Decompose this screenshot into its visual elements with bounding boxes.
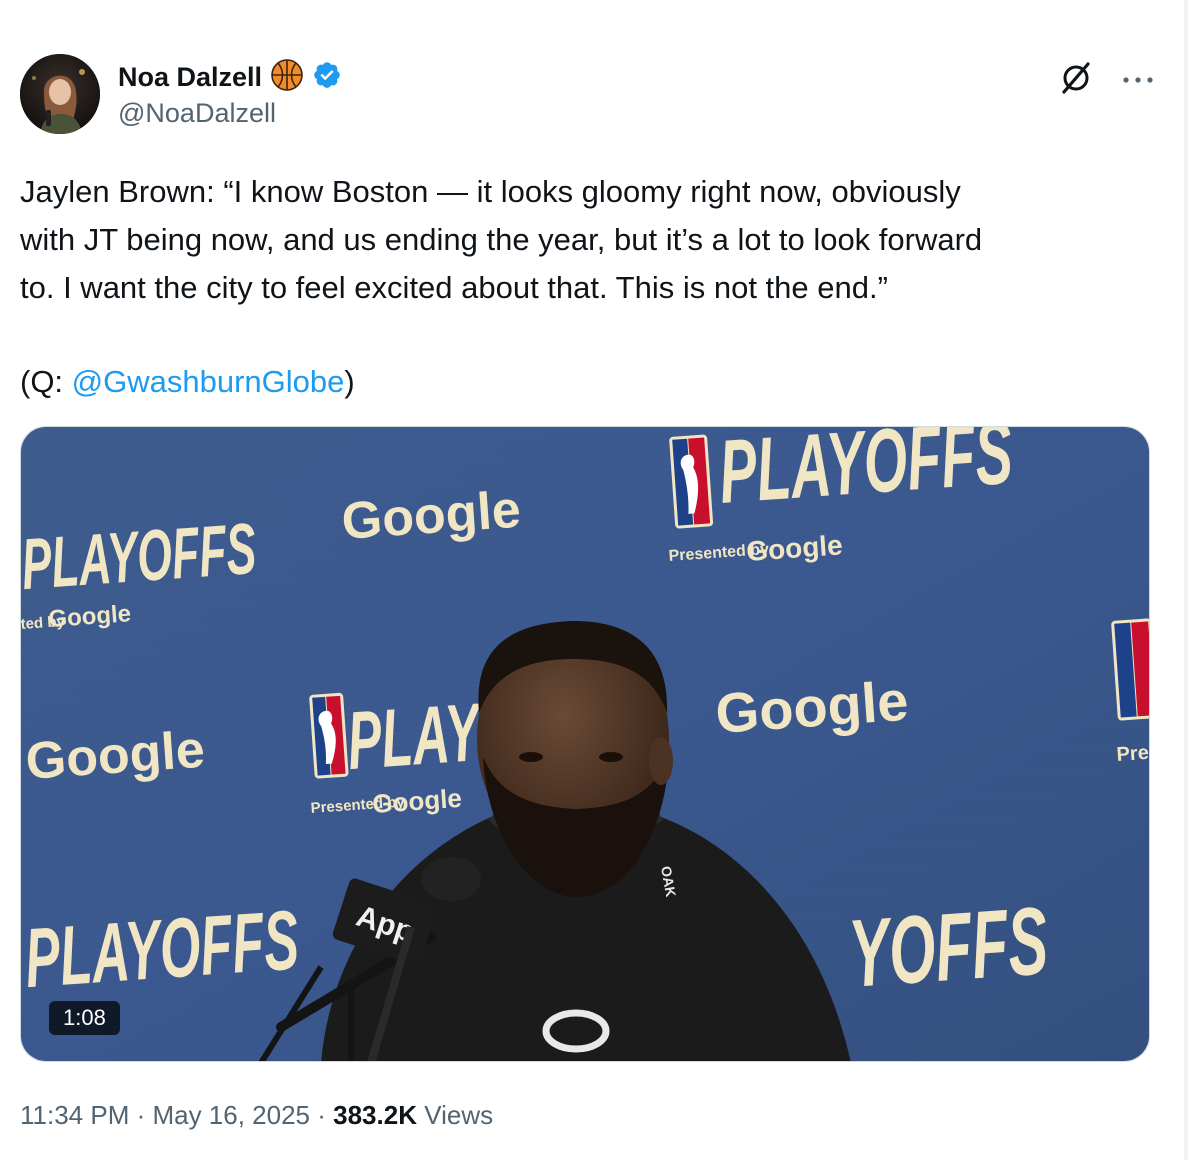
grok-icon[interactable]: [1056, 58, 1096, 103]
avatar[interactable]: [20, 54, 100, 134]
backdrop-google-6: Google: [713, 669, 910, 745]
basketball-icon: [270, 58, 304, 97]
backdrop-google-1: Google: [48, 600, 132, 633]
tweet-credit-line: (Q: @GwashburnGlobe): [20, 358, 355, 406]
credit-suffix: ): [344, 364, 355, 399]
video-duration-badge: 1:08: [49, 1001, 120, 1035]
views-label: Views: [416, 1100, 494, 1130]
tweet-text: Jaylen Brown: “I know Boston — it looks …: [20, 174, 983, 305]
tweet-date[interactable]: May 16, 2025: [152, 1100, 310, 1130]
views-count[interactable]: 383.2K: [333, 1100, 417, 1130]
author-name[interactable]: Noa Dalzell: [118, 62, 262, 93]
right-border: [1184, 0, 1188, 1160]
backdrop-playoffs-5: YOFFS: [846, 887, 1051, 1008]
backdrop-prese: Prese: [1116, 740, 1150, 766]
tweet-meta: 11:34 PM · May 16, 2025 · 383.2K Views: [20, 1100, 493, 1131]
mention-link[interactable]: @GwashburnGlobe: [72, 364, 345, 399]
backdrop-playoffs-1: PLAYOFFS: [21, 508, 259, 605]
author-handle[interactable]: @NoaDalzell: [118, 98, 276, 129]
verified-badge-icon[interactable]: [312, 60, 342, 95]
author-name-row: Noa Dalzell: [118, 58, 342, 97]
video-frame: PLAYOFFS ted by Google Google PLAYOFFS P…: [21, 427, 1150, 1061]
video-player[interactable]: PLAYOFFS ted by Google Google PLAYOFFS P…: [20, 426, 1150, 1062]
tweet-top-actions: [1056, 58, 1154, 103]
credit-prefix: (Q:: [20, 364, 72, 399]
backdrop-google-5: Google: [371, 783, 462, 819]
tweet-time[interactable]: 11:34 PM: [20, 1100, 129, 1130]
meta-separator-2: ·: [310, 1100, 334, 1130]
more-options-icon[interactable]: [1122, 72, 1154, 90]
nba-logo-center: [309, 692, 349, 779]
meta-separator-1: ·: [129, 1100, 153, 1130]
nba-logo-top: [669, 434, 714, 529]
backdrop-playoffs-3: PLAY: [344, 686, 486, 787]
backdrop-playoffs-4: PLAYOFFS: [22, 893, 302, 1006]
